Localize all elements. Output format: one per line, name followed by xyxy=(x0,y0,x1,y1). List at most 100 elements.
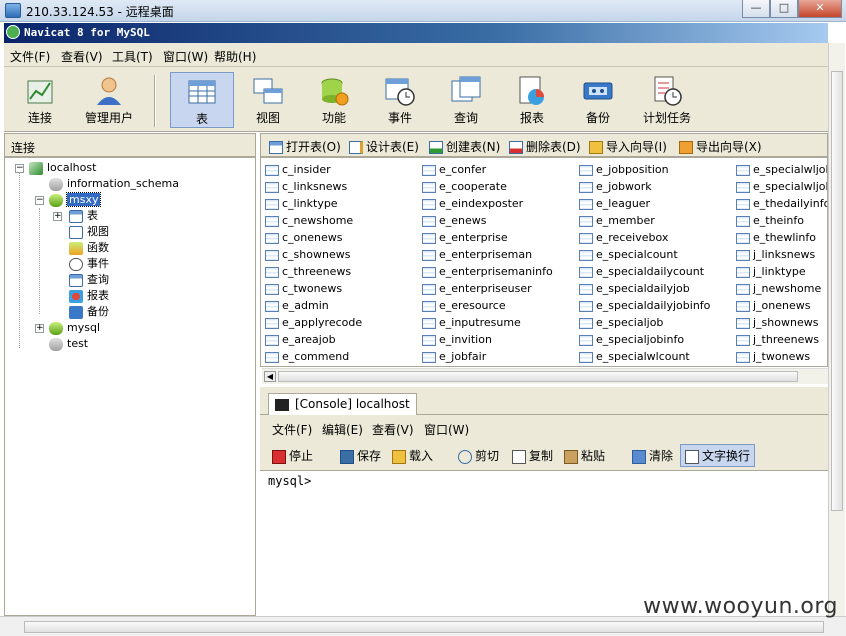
menu-view[interactable]: 查看(V) xyxy=(61,48,103,65)
export-wizard-button[interactable]: 导出向导(X) xyxy=(679,138,762,155)
table-item[interactable]: e_applyrecode xyxy=(265,314,362,331)
close-button[interactable]: ✕ xyxy=(798,0,842,18)
toolbar-event-button[interactable]: 事件 xyxy=(368,72,432,128)
cut-button[interactable]: 剪切 xyxy=(458,447,499,464)
console-menu-file[interactable]: 文件(F) xyxy=(272,421,312,438)
table-item[interactable]: c_newshome xyxy=(265,212,353,229)
toolbar-schedule-button[interactable]: 计划任务 xyxy=(632,72,702,128)
expand-toggle[interactable]: + xyxy=(53,212,62,221)
table-item[interactable]: j_linksnews xyxy=(736,246,815,263)
toolbar-query-button[interactable]: 查询 xyxy=(434,72,498,128)
table-item[interactable]: c_linktype xyxy=(265,195,338,212)
table-item[interactable]: e_enews xyxy=(422,212,487,229)
table-item[interactable]: e_cooperate xyxy=(422,178,507,195)
minimize-button[interactable]: — xyxy=(742,0,770,18)
table-item[interactable]: c_twonews xyxy=(265,280,342,297)
table-item[interactable]: j_shownews xyxy=(736,314,818,331)
console-menu-view[interactable]: 查看(V) xyxy=(372,421,414,438)
table-item[interactable]: c_onenews xyxy=(265,229,342,246)
tree-node-reports[interactable]: 报表 xyxy=(69,288,109,304)
clear-button[interactable]: 清除 xyxy=(632,447,673,464)
table-item[interactable]: e_invition xyxy=(422,331,492,348)
table-item[interactable]: e_specialwlcount xyxy=(579,348,690,365)
toolbar-report-button[interactable]: 报表 xyxy=(500,72,564,128)
table-item[interactable]: e_eindexposter xyxy=(422,195,523,212)
table-item[interactable]: e_specialjobinfo xyxy=(579,331,684,348)
table-item[interactable]: j_newshome xyxy=(736,280,821,297)
table-item[interactable]: e_jobfair xyxy=(422,348,486,365)
console-tab[interactable]: [Console] localhost xyxy=(268,393,417,415)
table-item[interactable]: e_enterprisemaninfo xyxy=(422,263,553,280)
table-item[interactable]: c_linksnews xyxy=(265,178,347,195)
table-item[interactable]: c_shownews xyxy=(265,246,350,263)
toolbar-backup-button[interactable]: 备份 xyxy=(566,72,630,128)
vertical-scrollbar[interactable] xyxy=(828,43,845,616)
tree-node-functions[interactable]: 函数 xyxy=(69,240,109,256)
menu-help[interactable]: 帮助(H) xyxy=(214,48,256,65)
delete-table-button[interactable]: 删除表(D) xyxy=(509,138,581,155)
table-item[interactable]: e_eresource xyxy=(422,297,506,314)
maximize-button[interactable]: □ xyxy=(770,0,798,18)
table-item[interactable]: e_thedailyinfo xyxy=(736,195,827,212)
table-item[interactable]: e_specialcount xyxy=(579,246,678,263)
table-item[interactable]: e_enterpriseman xyxy=(422,246,532,263)
word-wrap-toggle[interactable]: 文字换行 xyxy=(680,444,756,467)
horizontal-scrollbar[interactable] xyxy=(0,616,846,636)
table-item[interactable]: e_thewlinfo xyxy=(736,229,816,246)
table-list-scrollbar[interactable]: ◀ xyxy=(262,368,828,384)
copy-button[interactable]: 复制 xyxy=(512,447,553,464)
table-item[interactable]: e_jobposition xyxy=(579,161,669,178)
table-item[interactable]: e_confer xyxy=(422,161,486,178)
tree-node-queries[interactable]: 查询 xyxy=(69,272,109,288)
expand-toggle[interactable]: − xyxy=(15,164,24,173)
table-item[interactable]: e_member xyxy=(579,212,655,229)
table-item[interactable]: e_specialwljob xyxy=(736,161,827,178)
tree-node-tables[interactable]: 表 xyxy=(69,208,98,224)
table-item[interactable]: e_specialwljobir xyxy=(736,178,827,195)
open-table-button[interactable]: 打开表(O) xyxy=(269,138,341,155)
toolbar-function-button[interactable]: 功能 xyxy=(302,72,366,128)
tree-node-views[interactable]: 视图 xyxy=(69,224,109,240)
tree-node-msxy[interactable]: msxy xyxy=(49,192,102,208)
table-item[interactable]: j_threenews xyxy=(736,331,819,348)
menu-window[interactable]: 窗口(W) xyxy=(163,48,208,65)
tree-node-localhost[interactable]: localhost xyxy=(29,160,96,176)
table-item[interactable]: e_areajob xyxy=(265,331,336,348)
menu-tools[interactable]: 工具(T) xyxy=(112,48,153,65)
table-item[interactable]: j_onenews xyxy=(736,297,811,314)
stop-button[interactable]: 停止 xyxy=(272,447,313,464)
tree-node-backups[interactable]: 备份 xyxy=(69,304,109,320)
table-item[interactable]: e_inputresume xyxy=(422,314,521,331)
menu-file[interactable]: 文件(F) xyxy=(10,48,50,65)
table-item[interactable]: e_theinfo xyxy=(736,212,804,229)
toolbar-manage-users-button[interactable]: 管理用户 xyxy=(74,72,144,128)
expand-toggle[interactable]: − xyxy=(35,196,44,205)
console-menu-edit[interactable]: 编辑(E) xyxy=(322,421,363,438)
scroll-thumb[interactable] xyxy=(24,621,824,633)
table-item[interactable]: e_specialjob xyxy=(579,314,663,331)
save-button[interactable]: 保存 xyxy=(340,447,381,464)
tree-node-mysql[interactable]: mysql xyxy=(49,320,100,336)
table-item[interactable]: e_specialdailyjobinfo xyxy=(579,297,710,314)
console-menu-window[interactable]: 窗口(W) xyxy=(424,421,469,438)
table-item[interactable]: e_enterpriseuser xyxy=(422,280,532,297)
table-item[interactable]: e_leaguer xyxy=(579,195,650,212)
paste-button[interactable]: 粘贴 xyxy=(564,447,605,464)
load-button[interactable]: 载入 xyxy=(392,447,433,464)
scroll-left-button[interactable]: ◀ xyxy=(264,371,276,382)
import-wizard-button[interactable]: 导入向导(I) xyxy=(589,138,667,155)
expand-toggle[interactable]: + xyxy=(35,324,44,333)
table-item[interactable]: e_admin xyxy=(265,297,329,314)
design-table-button[interactable]: 设计表(E) xyxy=(349,138,419,155)
table-item[interactable]: e_jobwork xyxy=(579,178,652,195)
tree-node-events[interactable]: 事件 xyxy=(69,256,109,272)
table-item[interactable]: e_commend xyxy=(265,348,349,365)
toolbar-connection-button[interactable]: 连接 xyxy=(8,72,72,128)
table-item[interactable]: j_twonews xyxy=(736,348,810,365)
tree-node-information-schema[interactable]: information_schema xyxy=(49,176,179,192)
toolbar-view-button[interactable]: 视图 xyxy=(236,72,300,128)
tree-node-test[interactable]: test xyxy=(49,336,88,352)
table-item[interactable]: j_linktype xyxy=(736,263,806,280)
table-item[interactable]: e_specialdailycount xyxy=(579,263,704,280)
table-item[interactable]: e_specialdailyjob xyxy=(579,280,690,297)
